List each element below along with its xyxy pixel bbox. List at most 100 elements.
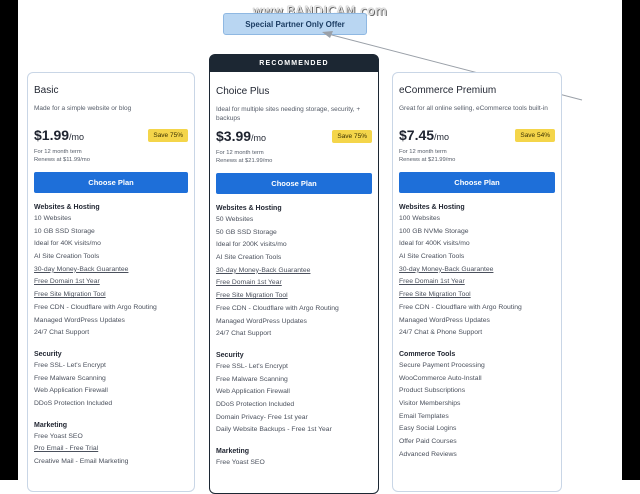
feature-item: Easy Social Logins — [399, 425, 457, 433]
feature-item: Product Subscriptions — [399, 387, 466, 395]
feature-item: Ideal for 40K visits/mo — [34, 240, 101, 248]
term-info: For 12 month term Renews at $21.99/mo — [399, 148, 555, 164]
feature-item: Domain Privacy- Free 1st year — [216, 413, 308, 421]
feature-item: Free Yoast SEO — [216, 459, 265, 466]
feature-section-title: Websites & Hosting — [34, 204, 100, 211]
feature-item: Web Application Firewall — [216, 388, 290, 396]
plan-name: Choice Plus — [216, 86, 270, 97]
feature-section-title: Security — [216, 351, 244, 359]
plan-description: Made for a simple website or blog — [34, 105, 132, 112]
feature-item: Free Yoast SEO — [34, 432, 83, 440]
feature-item: 100 Websites — [399, 215, 441, 222]
feature-item: Email Templates — [399, 412, 449, 420]
plan-card-ecommerce-premium: eCommerce Premium Great for all online se… — [392, 72, 562, 492]
price-amount: $1.99 — [34, 127, 70, 143]
price-amount: $3.99 — [216, 128, 252, 144]
feature-item: Managed WordPress Updates — [216, 317, 307, 325]
plan-description: Ideal for multiple sites needing storage… — [216, 106, 361, 122]
term-length: For 12 month term — [216, 150, 264, 156]
price-row: $1.99/mo Save 75% — [34, 127, 188, 143]
feature-link[interactable]: Pro Email - Free Trial — [34, 443, 188, 456]
plan-price: $3.99/mo — [216, 128, 266, 144]
feature-link[interactable]: Free Domain 1st Year — [34, 276, 188, 289]
feature-item: Free CDN - Cloudflare with Argo Routing — [34, 303, 157, 311]
renewal-price: Renews at $11.99/mo — [34, 157, 90, 163]
recommended-badge: RECOMMENDED — [210, 55, 378, 72]
feature-item: Free CDN - Cloudflare with Argo Routing — [216, 304, 339, 312]
feature-section-title: Websites & Hosting — [399, 204, 465, 211]
feature-item: AI Site Creation Tools — [34, 253, 100, 261]
feature-item: Free CDN - Cloudflare with Argo Routing — [399, 303, 522, 311]
plan-description: Great for all online selling, eCommerce … — [399, 105, 548, 112]
feature-item: Visitor Memberships — [399, 399, 461, 407]
feature-item: 24/7 Chat Support — [34, 329, 90, 337]
feature-item: Free SSL- Let's Encrypt — [34, 361, 106, 369]
save-badge: Save 75% — [332, 129, 372, 143]
feature-link[interactable]: Free Site Migration Tool — [34, 289, 188, 302]
term-length: For 12 month term — [34, 149, 82, 155]
feature-item: Managed WordPress Updates — [399, 316, 490, 324]
feature-section-title: Websites & Hosting — [216, 205, 282, 212]
plan-content: Choice Plus Ideal for multiple sites need… — [216, 72, 372, 470]
feature-item: Advanced Reviews — [399, 450, 457, 458]
price-period: /mo — [434, 132, 450, 142]
term-length: For 12 month term — [399, 149, 447, 155]
term-info: For 12 month term Renews at $11.99/mo — [34, 148, 188, 164]
feature-link[interactable]: 30-day Money-Back Guarantee — [399, 264, 555, 277]
plan-price: $7.45/mo — [399, 127, 449, 143]
feature-item: 100 GB NVMe Storage — [399, 227, 469, 235]
price-period: /mo — [69, 132, 85, 142]
feature-link[interactable]: Free Domain 1st Year — [216, 277, 372, 290]
plan-content: eCommerce Premium Great for all online se… — [399, 73, 555, 461]
choose-plan-button[interactable]: Choose Plan — [399, 172, 555, 193]
feature-item: Free SSL- Let's Encrypt — [216, 362, 288, 370]
feature-section-title: Security — [34, 350, 62, 358]
term-info: For 12 month term Renews at $21.99/mo — [216, 149, 372, 165]
choose-plan-button[interactable]: Choose Plan — [34, 172, 188, 193]
plan-content: Basic Made for a simple website or blog $1… — [34, 73, 188, 469]
plan-card-basic: Basic Made for a simple website or blog $1… — [27, 72, 195, 492]
plan-price: $1.99/mo — [34, 127, 84, 143]
feature-section-title: Marketing — [34, 421, 68, 429]
feature-link[interactable]: 30-day Money-Back Guarantee — [216, 265, 372, 278]
feature-item: 50 Websites — [216, 216, 254, 223]
feature-item: AI Site Creation Tools — [399, 253, 465, 261]
feature-item: WooCommerce Auto-Install — [399, 374, 482, 382]
feature-section-title: Marketing — [216, 448, 250, 455]
feature-item: Free Malware Scanning — [216, 375, 288, 383]
feature-item: 50 GB SSD Storage — [216, 228, 277, 236]
plan-card-choice-plus: RECOMMENDED Choice Plus Ideal for multiple… — [209, 54, 379, 494]
feature-item: Free Malware Scanning — [34, 374, 106, 382]
price-amount: $7.45 — [399, 127, 435, 143]
feature-link[interactable]: Free Site Migration Tool — [216, 290, 372, 303]
feature-item: Managed WordPress Updates — [34, 316, 125, 324]
feature-section-title: Commerce Tools — [399, 350, 456, 358]
feature-item: DDoS Protection Included — [216, 400, 295, 408]
feature-item: 24/7 Chat Support — [216, 330, 272, 338]
feature-item: Creative Mail - Email Marketing — [34, 458, 129, 465]
feature-item: 10 GB SSD Storage — [34, 227, 95, 235]
feature-item: DDoS Protection Included — [34, 399, 113, 407]
feature-link[interactable]: Free Domain 1st Year — [399, 276, 555, 289]
plan-name: Basic — [34, 85, 59, 96]
feature-item: Secure Payment Processing — [399, 361, 485, 369]
price-period: /mo — [251, 133, 267, 143]
choose-plan-button[interactable]: Choose Plan — [216, 173, 372, 194]
feature-item: Ideal for 200K visits/mo — [216, 241, 287, 249]
plan-name: eCommerce Premium — [399, 85, 497, 96]
feature-item: Ideal for 400K visits/mo — [399, 240, 470, 248]
feature-item: 24/7 Chat & Phone Support — [399, 329, 483, 337]
feature-link[interactable]: 30-day Money-Back Guarantee — [34, 264, 188, 277]
price-row: $7.45/mo Save 54% — [399, 127, 555, 143]
feature-item: 10 Websites — [34, 215, 72, 222]
feature-item: AI Site Creation Tools — [216, 254, 282, 262]
renewal-price: Renews at $21.99/mo — [216, 158, 273, 164]
price-row: $3.99/mo Save 75% — [216, 128, 372, 144]
renewal-price: Renews at $21.99/mo — [399, 157, 456, 163]
feature-item: Offer Paid Courses — [399, 438, 457, 445]
feature-item: Daily Website Backups - Free 1st Year — [216, 426, 332, 434]
feature-link[interactable]: Free Site Migration Tool — [399, 289, 555, 302]
save-badge: Save 75% — [148, 128, 188, 142]
save-badge: Save 54% — [515, 128, 555, 142]
feature-item: Web Application Firewall — [34, 387, 108, 395]
